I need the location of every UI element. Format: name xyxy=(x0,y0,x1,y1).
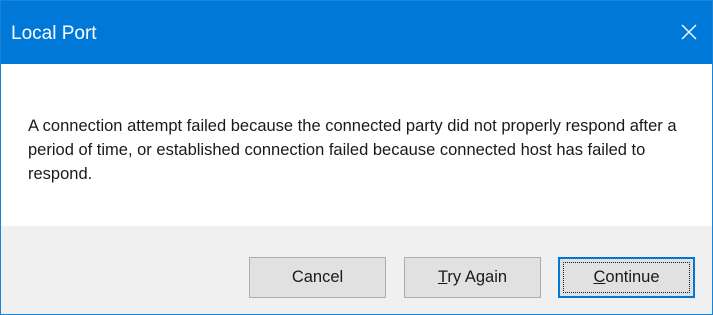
try-again-button[interactable]: Try Again xyxy=(404,257,541,298)
continue-label-rest: ontinue xyxy=(605,268,660,286)
message-area: A connection attempt failed because the … xyxy=(1,64,712,226)
try-again-button-label: Try Again xyxy=(438,268,507,287)
error-message: A connection attempt failed because the … xyxy=(28,117,677,183)
try-again-label-rest: ry Again xyxy=(447,268,508,286)
continue-button-label: Continue xyxy=(593,268,659,287)
button-bar: Cancel Try Again Continue xyxy=(1,226,712,314)
continue-button[interactable]: Continue xyxy=(558,257,695,298)
close-icon xyxy=(681,24,697,40)
continue-mnemonic: C xyxy=(593,268,606,286)
title-bar[interactable]: Local Port xyxy=(1,1,712,64)
dialog-window: Local Port A connection attempt failed b… xyxy=(0,0,713,315)
try-again-mnemonic: T xyxy=(437,268,448,286)
close-button[interactable] xyxy=(666,1,712,64)
cancel-button[interactable]: Cancel xyxy=(249,257,386,298)
cancel-button-label: Cancel xyxy=(291,268,344,286)
window-title: Local Port xyxy=(11,23,97,44)
